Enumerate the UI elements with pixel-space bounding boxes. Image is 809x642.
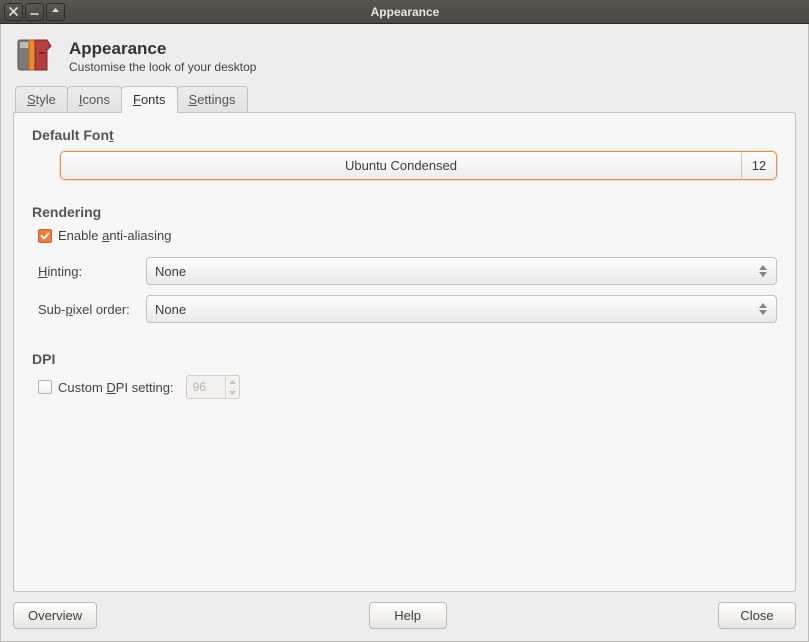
spin-arrows — [225, 376, 239, 398]
anti-aliasing-checkbox[interactable] — [38, 229, 52, 243]
tab-settings[interactable]: Settings — [177, 86, 248, 112]
header: Appearance Customise the look of your de… — [1, 24, 808, 86]
page-subtitle: Customise the look of your desktop — [69, 60, 256, 74]
hinting-label: Hinting: — [38, 264, 146, 279]
window-controls — [4, 3, 65, 21]
section-rendering: Rendering — [32, 204, 777, 220]
tab-page-fonts: Default Font Ubuntu Condensed 12 Renderi… — [13, 112, 796, 592]
header-text: Appearance Customise the look of your de… — [69, 39, 256, 74]
maximize-window-button[interactable] — [46, 3, 65, 21]
tab-fonts[interactable]: Fonts — [121, 86, 178, 113]
custom-dpi-value: 96 — [187, 376, 225, 398]
window-title: Appearance — [65, 5, 805, 19]
anti-aliasing-label: Enable anti-aliasing — [58, 228, 171, 243]
spin-up-icon — [226, 376, 239, 387]
minimize-window-button[interactable] — [25, 3, 44, 21]
hinting-combo[interactable]: None — [146, 257, 777, 285]
section-default-font: Default Font — [32, 127, 777, 143]
section-dpi: DPI — [32, 351, 777, 367]
custom-dpi-checkbox[interactable] — [38, 380, 52, 394]
tab-style[interactable]: Style — [15, 86, 68, 112]
custom-dpi-label: Custom DPI setting: — [58, 380, 174, 395]
overview-button[interactable]: Overview — [13, 602, 97, 629]
updown-icon — [758, 265, 768, 277]
tab-row: Style Icons Fonts Settings — [13, 86, 796, 112]
appearance-icon — [15, 34, 59, 78]
hinting-value: None — [155, 264, 758, 279]
titlebar: Appearance — [0, 0, 809, 24]
tab-icons[interactable]: Icons — [67, 86, 122, 112]
spin-down-icon — [226, 387, 239, 398]
page-title: Appearance — [69, 39, 256, 59]
updown-icon — [758, 303, 768, 315]
subpixel-label: Sub-pixel order: — [38, 302, 146, 317]
close-button[interactable]: Close — [718, 602, 796, 629]
subpixel-combo[interactable]: None — [146, 295, 777, 323]
help-button[interactable]: Help — [369, 602, 447, 629]
custom-dpi-spin: 96 — [186, 375, 240, 399]
bottom-bar: Overview Help Close — [1, 592, 808, 641]
subpixel-value: None — [155, 302, 758, 317]
window-body: Appearance Customise the look of your de… — [0, 24, 809, 642]
close-window-button[interactable] — [4, 3, 23, 21]
default-font-button[interactable]: Ubuntu Condensed 12 — [60, 151, 777, 180]
default-font-size: 12 — [742, 152, 776, 179]
default-font-name: Ubuntu Condensed — [61, 152, 742, 179]
